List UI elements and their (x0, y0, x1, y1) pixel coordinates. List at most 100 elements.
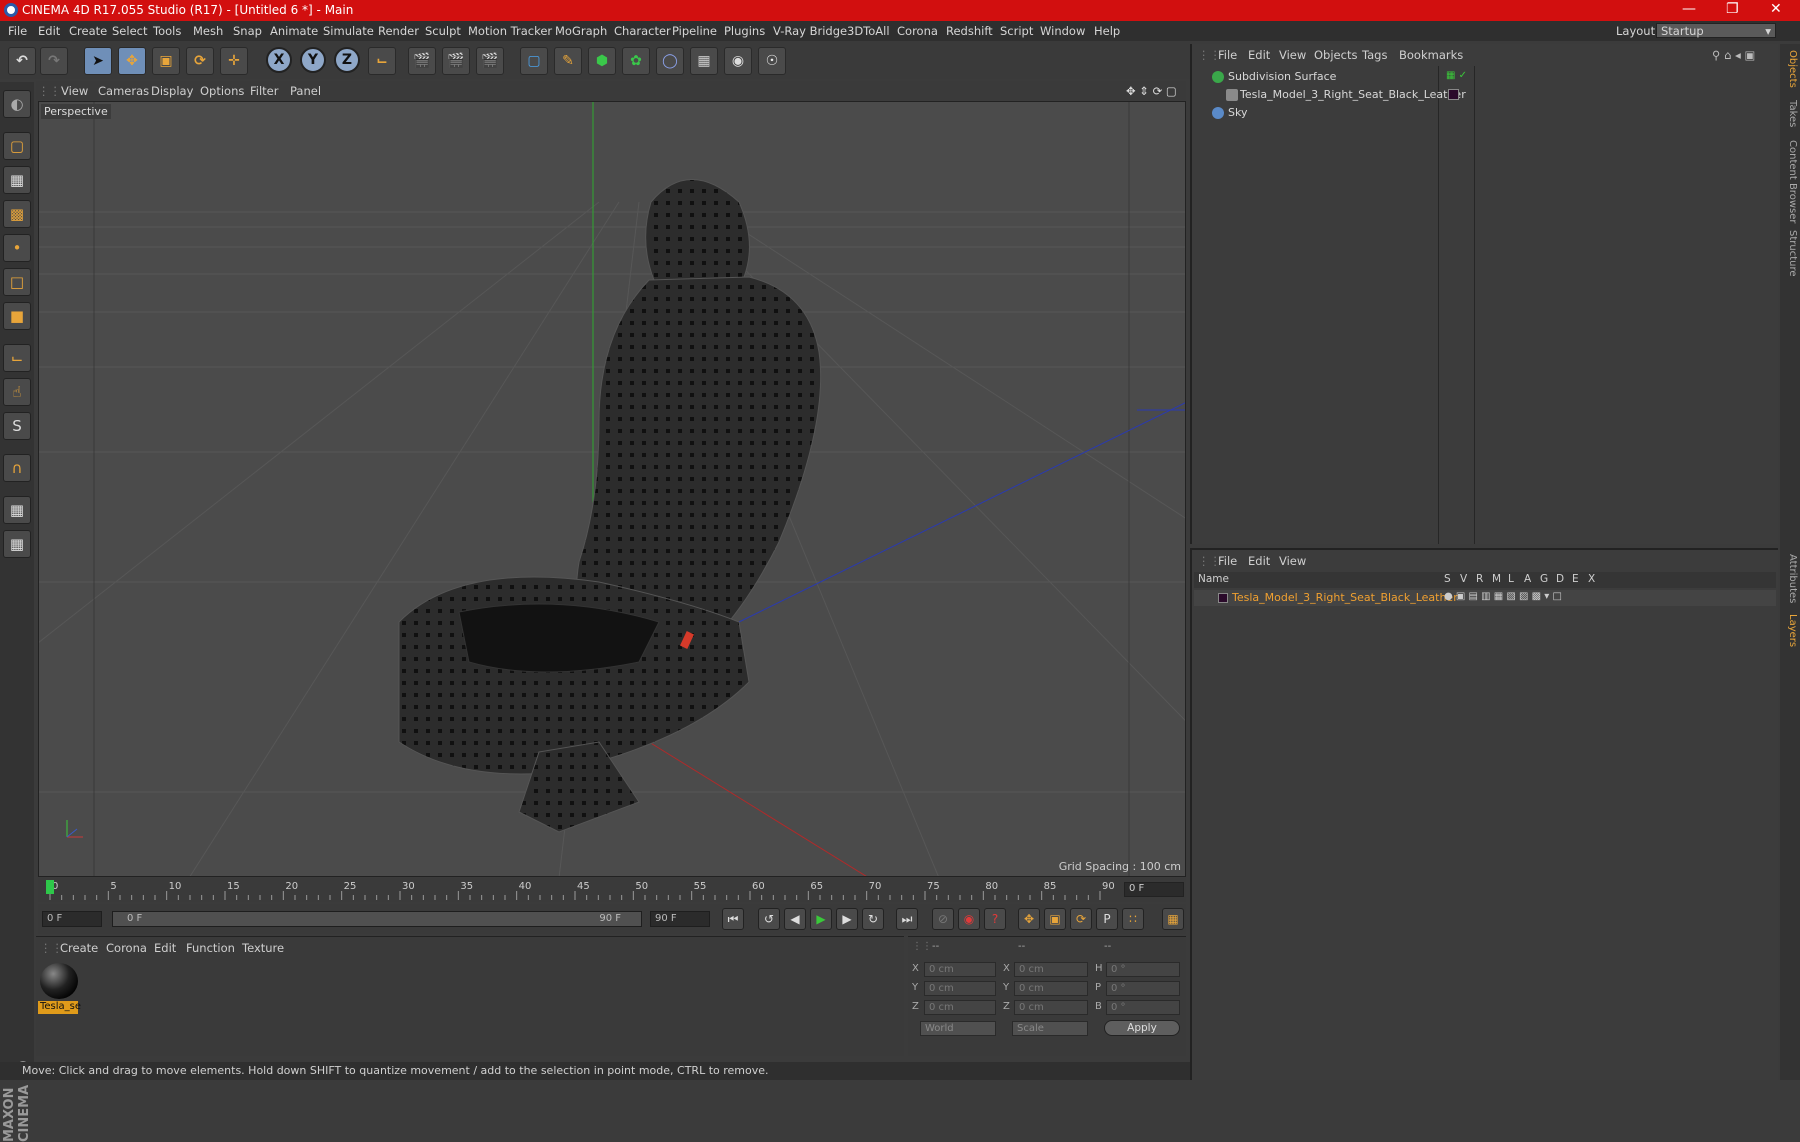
apply-button[interactable]: Apply (1104, 1020, 1180, 1036)
timeline-window-button[interactable]: ▦ (1162, 908, 1184, 930)
prev-key-button[interactable]: ↺ (758, 908, 780, 930)
deformer-button[interactable]: ◯ (656, 47, 684, 75)
vp-menu-filter[interactable]: Filter (250, 84, 278, 98)
rotate-tool-button[interactable]: ⟳ (186, 47, 214, 75)
workplane-lock-button[interactable]: ▦ (3, 496, 31, 524)
layer-toggles-icon[interactable]: ● ▣ ▤ ▥ ▦ ▧ ▨ ▩ ▾ □ (1444, 591, 1562, 602)
mat-menu-corona[interactable]: Corona (106, 941, 147, 955)
record-keys-button[interactable]: ⊘ (932, 908, 954, 930)
light-button[interactable]: ☉ (758, 47, 786, 75)
object-row[interactable]: Sky (1194, 104, 1774, 122)
size-y-field[interactable]: 0 cm (1014, 981, 1088, 996)
layer-color-swatch[interactable] (1218, 593, 1228, 603)
current-frame-field[interactable]: 0 F (1124, 882, 1184, 897)
spline-pen-button[interactable]: ✎ (554, 47, 582, 75)
menu-vray-bridge[interactable]: V-Ray Bridge (773, 24, 847, 38)
lm-menu-file[interactable]: File (1218, 554, 1237, 568)
lm-menu-view[interactable]: View (1279, 554, 1306, 568)
object-row[interactable]: Subdivision Surface ▦ ✓ (1194, 68, 1774, 86)
points-mode-button[interactable]: • (3, 234, 31, 262)
tab-structure[interactable]: Structure (1782, 230, 1798, 277)
menu-motion-tracker[interactable]: Motion Tracker (468, 24, 552, 38)
rotation-h-field[interactable]: 0 ° (1106, 962, 1180, 977)
edges-mode-button[interactable]: □ (3, 268, 31, 296)
coord-mode-select[interactable]: Scale (1012, 1021, 1088, 1036)
tab-layers[interactable]: Layers (1782, 614, 1798, 647)
next-frame-button[interactable]: ▶ (836, 908, 858, 930)
make-editable-button[interactable]: ◐ (3, 90, 31, 118)
om-menu-view[interactable]: View (1279, 48, 1306, 62)
menu-animate[interactable]: Animate (270, 24, 318, 38)
restore-icon[interactable]: ❐ (1726, 1, 1739, 17)
vp-menu-display[interactable]: Display (151, 84, 193, 98)
layer-name[interactable]: Tesla_Model_3_Right_Seat_Black_Leather (1232, 591, 1458, 604)
om-menu-edit[interactable]: Edit (1248, 48, 1270, 62)
object-row[interactable]: Tesla_Model_3_Right_Seat_Black_Leather (1194, 86, 1774, 104)
key-rotation-button[interactable]: ⟳ (1070, 908, 1092, 930)
key-pla-button[interactable]: ∷ (1122, 908, 1144, 930)
position-y-field[interactable]: 0 cm (924, 981, 996, 996)
menu-character[interactable]: Character (614, 24, 671, 38)
move-tool-button[interactable]: ✥ (118, 47, 146, 75)
mat-menu-create[interactable]: Create (60, 941, 98, 955)
menu-mesh[interactable]: Mesh (193, 24, 223, 38)
menu-sculpt[interactable]: Sculpt (425, 24, 461, 38)
close-icon[interactable]: ✕ (1770, 1, 1782, 17)
select-tool-button[interactable]: ➤ (84, 47, 112, 75)
scale-tool-button[interactable]: ▣ (152, 47, 180, 75)
end-frame-field[interactable]: 90 F (650, 911, 710, 927)
axis-mode-button[interactable]: ⌙ (3, 344, 31, 372)
menu-3dtoall[interactable]: 3DToAll (847, 24, 890, 38)
minimize-icon[interactable]: — (1682, 1, 1696, 17)
model-mode-button[interactable]: ▢ (3, 132, 31, 160)
redo-button[interactable]: ↷ (40, 47, 68, 75)
tab-content-browser[interactable]: Content Browser (1782, 140, 1798, 223)
lm-menu-edit[interactable]: Edit (1248, 554, 1270, 568)
polygons-mode-button[interactable]: ■ (3, 302, 31, 330)
floor-button[interactable]: ▦ (690, 47, 718, 75)
menu-plugins[interactable]: Plugins (724, 24, 765, 38)
menu-tools[interactable]: Tools (153, 24, 181, 38)
mat-menu-edit[interactable]: Edit (154, 941, 176, 955)
prev-frame-button[interactable]: ◀ (784, 908, 806, 930)
frame-range-slider[interactable]: 0 F 90 F (112, 911, 642, 927)
mograph-cloner-button[interactable]: ✿ (622, 47, 650, 75)
om-menu-bookmarks[interactable]: Bookmarks (1399, 48, 1463, 62)
x-axis-lock-button[interactable]: X (266, 47, 292, 73)
mat-menu-texture[interactable]: Texture (242, 941, 284, 955)
render-view-button[interactable]: 🎬 (408, 47, 436, 75)
render-picture-viewer-button[interactable]: 🎬 (442, 47, 470, 75)
y-axis-lock-button[interactable]: Y (300, 47, 326, 73)
magnet-icon[interactable]: ∩ (3, 454, 31, 482)
play-button[interactable]: ▶ (810, 908, 832, 930)
timeline-ruler[interactable]: 0 5 10 15 20 25 30 35 40 45 50 55 60 65 70 75 80 85 90 0 F (38, 878, 1186, 902)
cube-primitive-button[interactable]: ▢ (520, 47, 548, 75)
menu-script[interactable]: Script (1000, 24, 1033, 38)
tweak-mode-button[interactable]: ☝ (3, 378, 31, 406)
layout-select[interactable]: Startup ▾ (1656, 23, 1776, 38)
menu-simulate[interactable]: Simulate (323, 24, 374, 38)
menu-pipeline[interactable]: Pipeline (672, 24, 717, 38)
menu-redshift[interactable]: Redshift (946, 24, 993, 38)
menu-select[interactable]: Select (112, 24, 147, 38)
coord-system-select[interactable]: World (920, 1021, 996, 1036)
menu-mograph[interactable]: MoGraph (555, 24, 607, 38)
menu-corona[interactable]: Corona (897, 24, 938, 38)
menu-render[interactable]: Render (378, 24, 419, 38)
transform-tool-button[interactable]: ✛ (220, 47, 248, 75)
subdivision-surface-button[interactable]: ⬢ (588, 47, 616, 75)
menu-window[interactable]: Window (1040, 24, 1085, 38)
symmetry-button[interactable]: ▦ (3, 530, 31, 558)
tab-attributes[interactable]: Attributes (1782, 554, 1798, 603)
goto-start-button[interactable]: ⏮ (722, 908, 744, 930)
undo-button[interactable]: ↶ (8, 47, 36, 75)
om-menu-tags[interactable]: Tags (1362, 48, 1387, 62)
snap-button[interactable]: S (3, 412, 31, 440)
menu-snap[interactable]: Snap (233, 24, 262, 38)
vp-menu-panel[interactable]: Panel (290, 84, 321, 98)
rotation-b-field[interactable]: 0 ° (1106, 1000, 1180, 1015)
camera-button[interactable]: ◉ (724, 47, 752, 75)
size-x-field[interactable]: 0 cm (1014, 962, 1088, 977)
tab-objects[interactable]: Objects (1782, 50, 1798, 88)
material-label[interactable]: Tesla_se (38, 1001, 81, 1014)
